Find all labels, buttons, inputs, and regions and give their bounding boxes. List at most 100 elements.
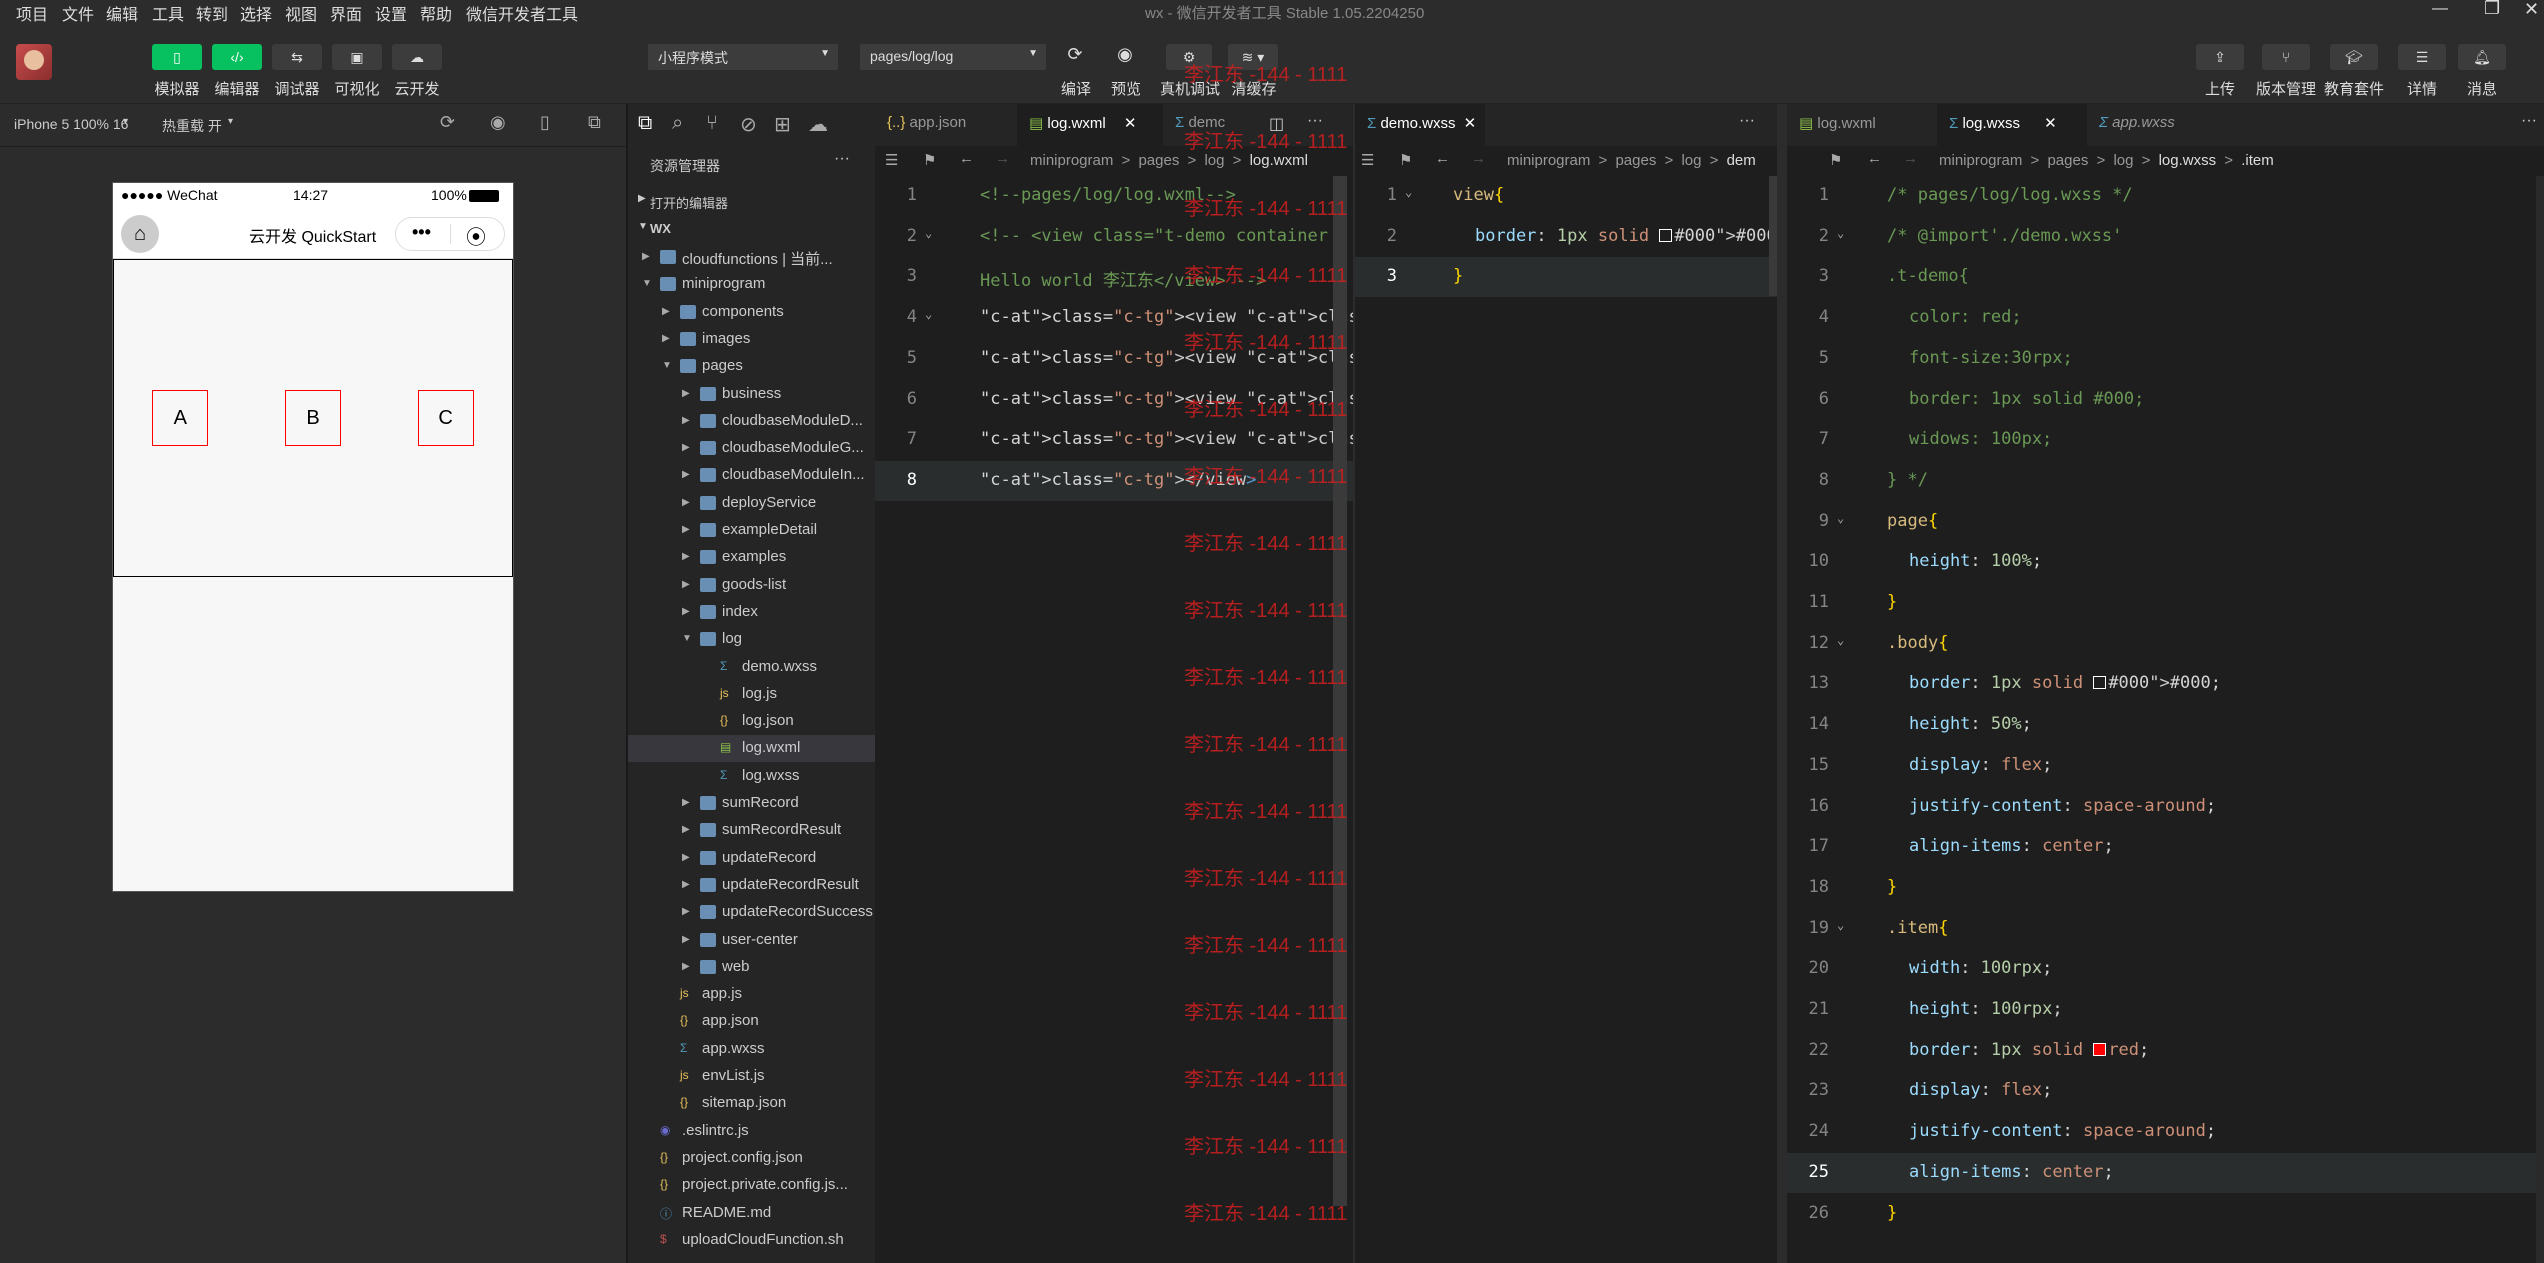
cloud-button[interactable]: ☁: [392, 44, 442, 70]
tree-item[interactable]: ▼ miniprogram: [628, 271, 875, 298]
tree-item[interactable]: ▶ sumRecord: [628, 790, 875, 817]
rotate-icon[interactable]: ⟳: [440, 112, 455, 133]
tree-item[interactable]: {} project.private.config.js...: [628, 1172, 875, 1199]
tree-item[interactable]: ▶ examples: [628, 544, 875, 571]
extensions-icon[interactable]: ⊞: [774, 112, 791, 137]
more-icon[interactable]: ···: [2521, 112, 2537, 130]
tree-item[interactable]: ▶ images: [628, 326, 875, 353]
more-icon[interactable]: ···: [834, 150, 850, 168]
close-capsule-icon[interactable]: ⦿: [466, 221, 486, 250]
tree-item[interactable]: {} sitemap.json: [628, 1090, 875, 1117]
tree-item[interactable]: ▶ updateRecord: [628, 845, 875, 872]
tree-item[interactable]: ▶ user-center: [628, 927, 875, 954]
tree-item[interactable]: ▶ deployService: [628, 490, 875, 517]
tree-item[interactable]: ▶ sumRecordResult: [628, 817, 875, 844]
editor-button[interactable]: ‹/›: [212, 44, 262, 70]
tree-item[interactable]: ▶ web: [628, 954, 875, 981]
tree-item[interactable]: {} log.json: [628, 708, 875, 735]
avatar[interactable]: [16, 44, 52, 80]
tree-item[interactable]: {} app.json: [628, 1008, 875, 1035]
code-area[interactable]: 1 /* pages/log/log.wxss */ 2 /* @import'./d…: [1787, 176, 2544, 1263]
tree-item[interactable]: ▶ cloudfunctions | 当前...: [628, 244, 875, 271]
files-icon[interactable]: ⧉: [638, 112, 652, 135]
device-select[interactable]: iPhone 5 100% 16: [14, 116, 128, 132]
mode-select[interactable]: 小程序模式 ▼: [648, 44, 838, 70]
scrollbar[interactable]: [1769, 176, 1777, 296]
open-editors-section[interactable]: ▶ 打开的编辑器: [628, 188, 875, 214]
upload-button[interactable]: ⇪: [2196, 44, 2244, 70]
tree-item[interactable]: ▶ cloudbaseModuleG...: [628, 435, 875, 462]
tree-item[interactable]: ▶ exampleDetail: [628, 517, 875, 544]
close-window-icon[interactable]: ✕: [2524, 0, 2539, 20]
tab-log-wxss[interactable]: Ʃ log.wxss ✕: [1937, 104, 2087, 146]
back-icon[interactable]: ←: [959, 150, 974, 167]
home-icon[interactable]: ⌂: [121, 215, 159, 253]
forward-icon[interactable]: →: [1471, 150, 1486, 167]
tree-item[interactable]: js app.js: [628, 981, 875, 1008]
tree-item[interactable]: Ʃapp.wxss: [628, 1036, 875, 1063]
tree-item[interactable]: js envList.js: [628, 1063, 875, 1090]
tree-item[interactable]: ▼ pages: [628, 353, 875, 380]
minimize-icon[interactable]: —: [2432, 0, 2448, 18]
hot-reload-toggle[interactable]: 热重载 开: [162, 116, 222, 136]
back-icon[interactable]: ←: [1435, 150, 1450, 167]
fold-icon[interactable]: ⌄: [1837, 918, 1844, 932]
tree-item[interactable]: $ uploadCloudFunction.sh: [628, 1227, 875, 1254]
tree-item[interactable]: ▶ business: [628, 381, 875, 408]
tree-item[interactable]: ⓘ README.md: [628, 1200, 875, 1227]
tree-item[interactable]: js log.js: [628, 681, 875, 708]
tree-item[interactable]: {} project.config.json: [628, 1145, 875, 1172]
close-tab-icon[interactable]: ✕: [2044, 115, 2057, 132]
fold-icon[interactable]: ⌄: [1405, 185, 1412, 199]
phone-icon[interactable]: ▯: [540, 112, 550, 133]
tree-item[interactable]: ▼ log: [628, 626, 875, 653]
list-icon[interactable]: ☰: [885, 151, 898, 169]
close-tab-icon[interactable]: ✕: [1124, 115, 1137, 132]
messages-button[interactable]: 🔔︎: [2458, 44, 2506, 70]
cloud-icon[interactable]: ☁: [808, 112, 828, 137]
tree-item[interactable]: ◉ .eslintrc.js: [628, 1118, 875, 1145]
tree-item[interactable]: ▶ components: [628, 299, 875, 326]
tab-log-wxml[interactable]: ▤ log.wxml: [1787, 104, 1937, 146]
details-button[interactable]: ☰: [2398, 44, 2446, 70]
debug-icon[interactable]: ⊘: [740, 112, 757, 137]
forward-icon[interactable]: →: [995, 150, 1010, 167]
bookmark-icon[interactable]: ⚑: [923, 151, 936, 169]
tree-item[interactable]: ▶ cloudbaseModuleIn...: [628, 462, 875, 489]
page-select[interactable]: pages/log/log ▼: [860, 44, 1046, 70]
tree-item[interactable]: ▶ updateRecordSuccess: [628, 899, 875, 926]
eye-icon[interactable]: ◉: [1110, 44, 1140, 70]
bookmark-icon[interactable]: ⚑: [1829, 151, 1842, 169]
tab-app-wxss[interactable]: Ʃ app.wxss: [2087, 104, 2227, 146]
record-icon[interactable]: ◉: [490, 112, 506, 133]
tree-item[interactable]: Ʃlog.wxss: [628, 763, 875, 790]
list-icon[interactable]: ☰: [1361, 151, 1374, 169]
more-icon[interactable]: •••: [412, 222, 431, 243]
tab-app-json[interactable]: {..} app.json: [875, 104, 1017, 146]
fold-icon[interactable]: ⌄: [1837, 226, 1844, 240]
code-area[interactable]: 1 view{⌄ 2 border: 1px solid #000">#000; 3}: [1355, 176, 1777, 1263]
fold-icon[interactable]: ⌄: [925, 226, 932, 240]
search-icon[interactable]: ⌕: [672, 112, 683, 135]
fold-icon[interactable]: ⌄: [1837, 633, 1844, 647]
fold-icon[interactable]: ⌄: [1837, 511, 1844, 525]
git-icon[interactable]: ⑂: [706, 112, 718, 135]
refresh-icon[interactable]: ⟳: [1060, 44, 1090, 70]
close-tab-icon[interactable]: ✕: [1464, 115, 1477, 132]
debugger-button[interactable]: ⇆: [272, 44, 322, 70]
simulator-button[interactable]: ▯: [152, 44, 202, 70]
tab-demo-wxss[interactable]: Ʃ demo.wxss ✕: [1355, 104, 1485, 146]
back-icon[interactable]: ←: [1867, 150, 1882, 167]
scrollbar[interactable]: [2536, 176, 2544, 1263]
tree-item[interactable]: ▶ index: [628, 599, 875, 626]
visual-button[interactable]: ▣: [332, 44, 382, 70]
tree-item[interactable]: ▶ cloudbaseModuleD...: [628, 408, 875, 435]
tree-item[interactable]: ▶ goods-list: [628, 572, 875, 599]
tab-log-wxml[interactable]: ▤ log.wxml ✕: [1017, 104, 1163, 146]
version-button[interactable]: ⑂: [2262, 44, 2310, 70]
restore-icon[interactable]: ❐: [2484, 0, 2500, 19]
education-button[interactable]: 🎓︎: [2330, 44, 2378, 70]
tree-item[interactable]: Ʃdemo.wxss: [628, 654, 875, 681]
tree-item[interactable]: ▤ log.wxml: [628, 735, 875, 763]
tree-item[interactable]: ▶ updateRecordResult: [628, 872, 875, 899]
